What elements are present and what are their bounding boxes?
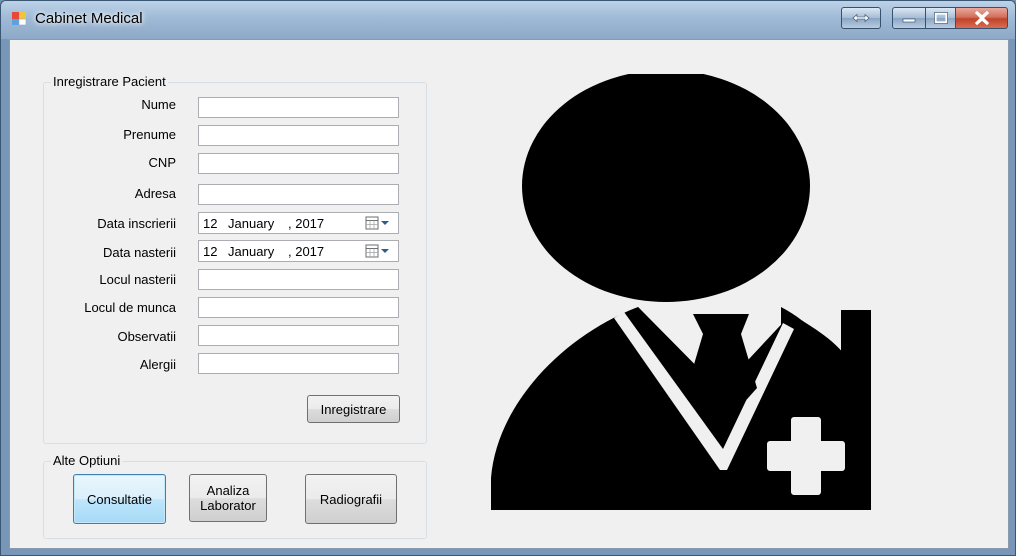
prenume-input[interactable] [198, 125, 399, 146]
app-window: Cabinet Medical Inregistrare Pacient Num… [0, 0, 1016, 556]
data-nasterii-day[interactable]: 12 [203, 244, 217, 259]
locul-de-munca-input[interactable] [198, 297, 399, 318]
data-nasterii-month[interactable]: January [228, 244, 274, 259]
analiza-laborator-button[interactable]: Analiza Laborator [189, 474, 267, 522]
consultatie-button[interactable]: Consultatie [73, 474, 166, 524]
app-window-icon [12, 12, 27, 26]
locul-nasterii-label: Locul nasterii [99, 272, 176, 287]
data-inscrierii-picker[interactable]: 12 January , 2017 [198, 212, 399, 234]
adresa-input[interactable] [198, 184, 399, 205]
window-title: Cabinet Medical [35, 10, 143, 27]
doctor-silhouette-icon [491, 74, 871, 510]
silhouette-head [522, 74, 810, 302]
data-inscrierii-label: Data inscrierii [97, 216, 176, 231]
registration-group-title: Inregistrare Pacient [51, 74, 168, 89]
close-icon [974, 11, 989, 25]
options-group-title: Alte Optiuni [51, 453, 123, 468]
data-nasterii-year[interactable]: , 2017 [288, 244, 324, 259]
data-inscrierii-month[interactable]: January [228, 216, 274, 231]
data-inscrierii-year[interactable]: , 2017 [288, 216, 324, 231]
nume-input[interactable] [198, 97, 399, 118]
maximize-icon [933, 12, 948, 24]
inregistrare-button[interactable]: Inregistrare [307, 395, 400, 423]
nume-label: Nume [141, 97, 176, 112]
minimize-icon [902, 18, 916, 23]
data-nasterii-label: Data nasterii [103, 245, 176, 260]
maximize-button[interactable] [925, 7, 956, 29]
radiografii-button[interactable]: Radiografii [305, 474, 397, 524]
locul-de-munca-label: Locul de munca [84, 300, 176, 315]
prenume-label: Prenume [123, 127, 176, 142]
minimize-button[interactable] [892, 7, 926, 29]
data-inscrierii-day[interactable]: 12 [203, 216, 217, 231]
cnp-input[interactable] [198, 153, 399, 174]
client-area: Inregistrare Pacient Nume Prenume CNP Ad… [9, 39, 1009, 549]
observatii-input[interactable] [198, 325, 399, 346]
locul-nasterii-input[interactable] [198, 269, 399, 290]
title-bar[interactable]: Cabinet Medical [1, 1, 1015, 39]
close-button[interactable] [955, 7, 1008, 29]
data-nasterii-picker[interactable]: 12 January , 2017 [198, 240, 399, 262]
calendar-dropdown-icon[interactable] [364, 216, 394, 230]
analiza-label-line1: Analiza [206, 483, 250, 498]
cnp-label: CNP [148, 155, 176, 170]
adresa-label: Adresa [134, 186, 176, 201]
extra-caption-button[interactable] [841, 7, 881, 29]
calendar-dropdown-icon[interactable] [364, 244, 394, 258]
alergii-label: Alergii [139, 357, 176, 372]
alergii-input[interactable] [198, 353, 399, 374]
observatii-label: Observatii [117, 329, 176, 344]
analiza-label-line2: Laborator [200, 498, 256, 513]
double-arrow-icon [852, 13, 870, 23]
